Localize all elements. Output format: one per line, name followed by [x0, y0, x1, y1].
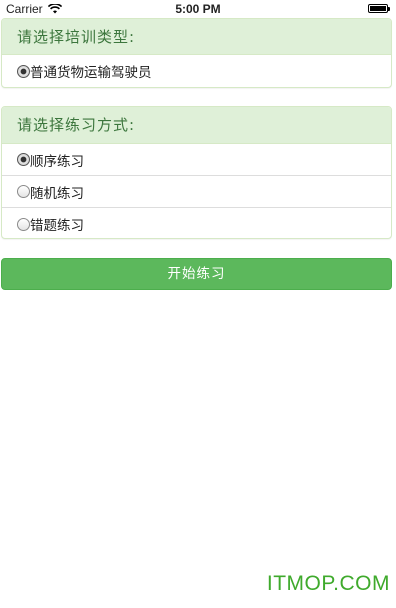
battery-fill — [370, 6, 386, 11]
practice-mode-heading: 请选择练习方式: — [2, 107, 391, 144]
option-label: 顺序练习 — [30, 153, 84, 170]
option-label: 普通货物运输驾驶员 — [30, 65, 152, 81]
practice-mode-option-wrong-questions[interactable]: 错题练习 — [2, 208, 391, 238]
start-practice-button[interactable]: 开始练习 — [1, 258, 392, 290]
training-type-heading: 请选择培训类型: — [2, 19, 391, 55]
status-bar: Carrier 5:00 PM — [0, 0, 396, 18]
radio-button-icon[interactable] — [17, 153, 30, 166]
battery-icon — [368, 4, 390, 13]
watermark: ITMOP.COM — [266, 572, 390, 595]
practice-mode-option-random[interactable]: 随机练习 — [2, 176, 391, 208]
option-label: 随机练习 — [30, 185, 84, 202]
training-type-option[interactable]: 普通货物运输驾驶员 — [2, 55, 391, 87]
practice-mode-option-sequential[interactable]: 顺序练习 — [2, 144, 391, 176]
training-type-panel: 请选择培训类型: 普通货物运输驾驶员 — [1, 18, 392, 88]
option-label: 错题练习 — [30, 218, 84, 234]
radio-button-icon[interactable] — [17, 217, 30, 231]
status-time: 5:00 PM — [175, 2, 221, 16]
practice-mode-panel: 请选择练习方式: 顺序练习 随机练习 错题练习 — [1, 106, 392, 239]
radio-button-icon[interactable] — [17, 185, 30, 198]
radio-button-icon[interactable] — [17, 64, 30, 78]
